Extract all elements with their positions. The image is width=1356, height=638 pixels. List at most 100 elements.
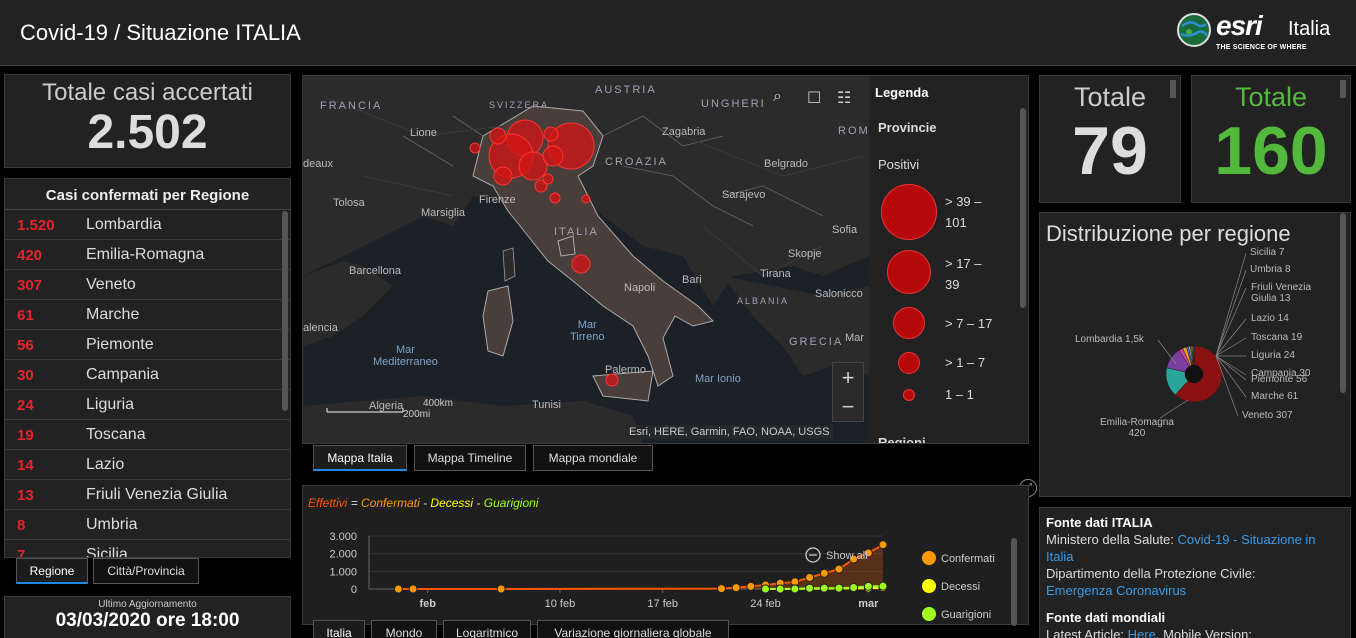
map-label-valencia: alencia bbox=[303, 322, 338, 334]
zoom-out-button[interactable]: − bbox=[833, 392, 863, 421]
map-label-austria: AUSTRIA bbox=[595, 84, 657, 96]
ultimo-aggiornamento-panel: Ultimo Aggiornamento 03/03/2020 ore 18:0… bbox=[4, 596, 291, 638]
data-point-guarigioni bbox=[849, 583, 859, 593]
x-tick-label: 10 feb bbox=[545, 598, 576, 610]
tab-citta-provincia[interactable]: Città/Provincia bbox=[93, 558, 199, 584]
fonte-ministero: Ministero della Salute: Covid-19 - Situa… bbox=[1046, 531, 1344, 565]
qr-code-icon[interactable]: ☷ bbox=[837, 88, 851, 108]
search-icon[interactable]: ⌕ bbox=[773, 88, 782, 106]
map-canvas[interactable] bbox=[303, 76, 869, 444]
pie-leader-line bbox=[1215, 287, 1247, 357]
region-count: 24 bbox=[17, 397, 34, 414]
tab-mappa-italia[interactable]: Mappa Italia bbox=[313, 445, 407, 471]
list-item[interactable]: 1.520 Lombardia bbox=[5, 210, 290, 240]
list-item[interactable]: 420 Emilia-Romagna bbox=[5, 240, 290, 270]
tab-logaritmico[interactable]: Logaritmico bbox=[443, 620, 531, 638]
region-count: 7 bbox=[17, 547, 26, 558]
panel-scrollbar[interactable] bbox=[1340, 80, 1346, 98]
list-item[interactable]: 56 Piemonte bbox=[5, 330, 290, 360]
map-label-mar-mediterraneo: Mar Mediterraneo bbox=[373, 344, 438, 368]
panel-scrollbar[interactable] bbox=[1170, 80, 1176, 98]
region-name: Sicilia bbox=[86, 546, 128, 558]
list-item[interactable]: 24 Liguria bbox=[5, 390, 290, 420]
region-count: 8 bbox=[17, 517, 26, 534]
zoom-in-button[interactable]: + bbox=[833, 363, 863, 392]
legend-circle-s bbox=[898, 352, 920, 374]
map-label-svizzera: SVIZZERA bbox=[489, 100, 550, 110]
tab-regione[interactable]: Regione bbox=[16, 558, 88, 584]
legend-dot-decessi bbox=[922, 579, 936, 593]
fonte-dati-panel: Fonte dati ITALIA Ministero della Salute… bbox=[1039, 507, 1351, 638]
region-name: Campania bbox=[86, 366, 159, 383]
legend-provincie: Provincie bbox=[878, 120, 937, 135]
show-all-button[interactable]: Show all bbox=[826, 550, 868, 562]
pie-label: Lazio 14 bbox=[1251, 313, 1289, 324]
list-item[interactable]: 61 Marche bbox=[5, 300, 290, 330]
region-count: 14 bbox=[17, 457, 34, 474]
esri-logo[interactable]: esri Italia THE SCIENCE OF WHERE bbox=[1176, 10, 1336, 56]
region-name: Piemonte bbox=[86, 336, 154, 353]
map-view[interactable]: FRANCIA SVIZZERA AUSTRIA UNGHERIA ROMA C… bbox=[302, 75, 1029, 444]
link-emergenza-coronavirus[interactable]: Emergenza Coronavirus bbox=[1046, 582, 1344, 599]
legend-dot-confermati bbox=[922, 551, 936, 565]
pie-label: Toscana 19 bbox=[1251, 332, 1303, 343]
data-point-confermati bbox=[878, 540, 888, 550]
list-item[interactable]: 30 Campania bbox=[5, 360, 290, 390]
legend-scrollbar[interactable] bbox=[1020, 108, 1026, 308]
map-label-mar-tirreno: Mar Tirreno bbox=[570, 319, 605, 343]
scale-mi: 200mi bbox=[403, 409, 431, 420]
region-count: 1.520 bbox=[17, 217, 55, 234]
x-tick-label: 24 feb bbox=[750, 598, 781, 610]
totale-guariti-label: Totale bbox=[1234, 82, 1308, 112]
list-item[interactable]: 307 Veneto bbox=[5, 270, 290, 300]
data-point-confermati bbox=[746, 581, 756, 591]
list-item[interactable]: 19 Toscana bbox=[5, 420, 290, 450]
region-name: Lazio bbox=[86, 456, 125, 473]
legend-item: > 7 – 17 bbox=[945, 316, 993, 331]
legend-circle-xl bbox=[881, 184, 937, 240]
map-label-bari: Bari bbox=[682, 274, 702, 286]
tab-mappa-mondiale[interactable]: Mappa mondiale bbox=[533, 445, 653, 471]
region-name: Liguria bbox=[86, 396, 135, 413]
legend-label-guarigioni: Guarigioni bbox=[941, 609, 991, 621]
pie-slice-sicilia bbox=[1193, 345, 1195, 366]
map-label-ungheria: UNGHERIA bbox=[701, 98, 776, 110]
logo-country: Italia bbox=[1288, 18, 1331, 40]
map-label-grecia: GRECIA bbox=[789, 336, 844, 348]
region-list-panel[interactable]: Casi confermati per Regione 1.520 Lombard… bbox=[4, 178, 291, 558]
region-list-scrollbar[interactable] bbox=[282, 211, 288, 411]
timeline-chart[interactable]: Effettivi = Confermati - Decessi - Guari… bbox=[302, 485, 1030, 626]
region-name: Marche bbox=[86, 306, 140, 323]
timeline-svg[interactable]: 3.000 2.000 1.000 0 feb 10 feb 17 feb 24 feb mar… bbox=[303, 486, 1030, 626]
region-name: Toscana bbox=[86, 426, 146, 443]
tab-variazione-giornaliera[interactable]: Variazione giornaliera globale bbox=[537, 620, 729, 638]
data-point-confermati bbox=[731, 583, 741, 593]
tab-italia[interactable]: Italia bbox=[313, 620, 365, 638]
region-name: Lombardia bbox=[86, 216, 162, 233]
tab-mappa-timeline[interactable]: Mappa Timeline bbox=[414, 445, 526, 471]
legend-circle-xs bbox=[903, 389, 915, 401]
distribuzione-pie[interactable] bbox=[1040, 213, 1351, 497]
list-item[interactable]: 13 Friuli Venezia Giulia bbox=[5, 480, 290, 510]
pie-leader-line bbox=[1159, 399, 1189, 419]
totale-casi-panel: Totale casi accertati 2.502 bbox=[4, 74, 291, 168]
fonte-latest-article: Latest Article: Here, Mobile Version: bbox=[1046, 626, 1344, 638]
bookmark-icon[interactable]: ☐ bbox=[807, 88, 821, 108]
pie-leader-line bbox=[1215, 269, 1247, 357]
map-label-barcellona: Barcellona bbox=[349, 265, 401, 277]
region-name: Umbria bbox=[86, 516, 138, 533]
data-point-confermati bbox=[496, 584, 506, 594]
list-item[interactable]: 14 Lazio bbox=[5, 450, 290, 480]
map-legend[interactable]: Legenda Provincie Positivi > 39 – 101 > … bbox=[869, 76, 1028, 443]
region-count: 30 bbox=[17, 367, 34, 384]
list-item[interactable]: 8 Umbria bbox=[5, 510, 290, 540]
link-here[interactable]: Here bbox=[1128, 627, 1156, 638]
scale-km: 400km bbox=[423, 398, 454, 409]
fonte-ministero-text: Ministero della Salute: bbox=[1046, 532, 1178, 547]
pie-label: Veneto 307 bbox=[1242, 410, 1293, 421]
totale-guariti-panel: Totale 160 bbox=[1191, 75, 1351, 203]
pie-label: Umbria 8 bbox=[1250, 264, 1291, 275]
tab-mondo[interactable]: Mondo bbox=[371, 620, 437, 638]
list-item[interactable]: 7 Sicilia bbox=[5, 540, 290, 558]
data-point-confermati bbox=[408, 584, 418, 594]
